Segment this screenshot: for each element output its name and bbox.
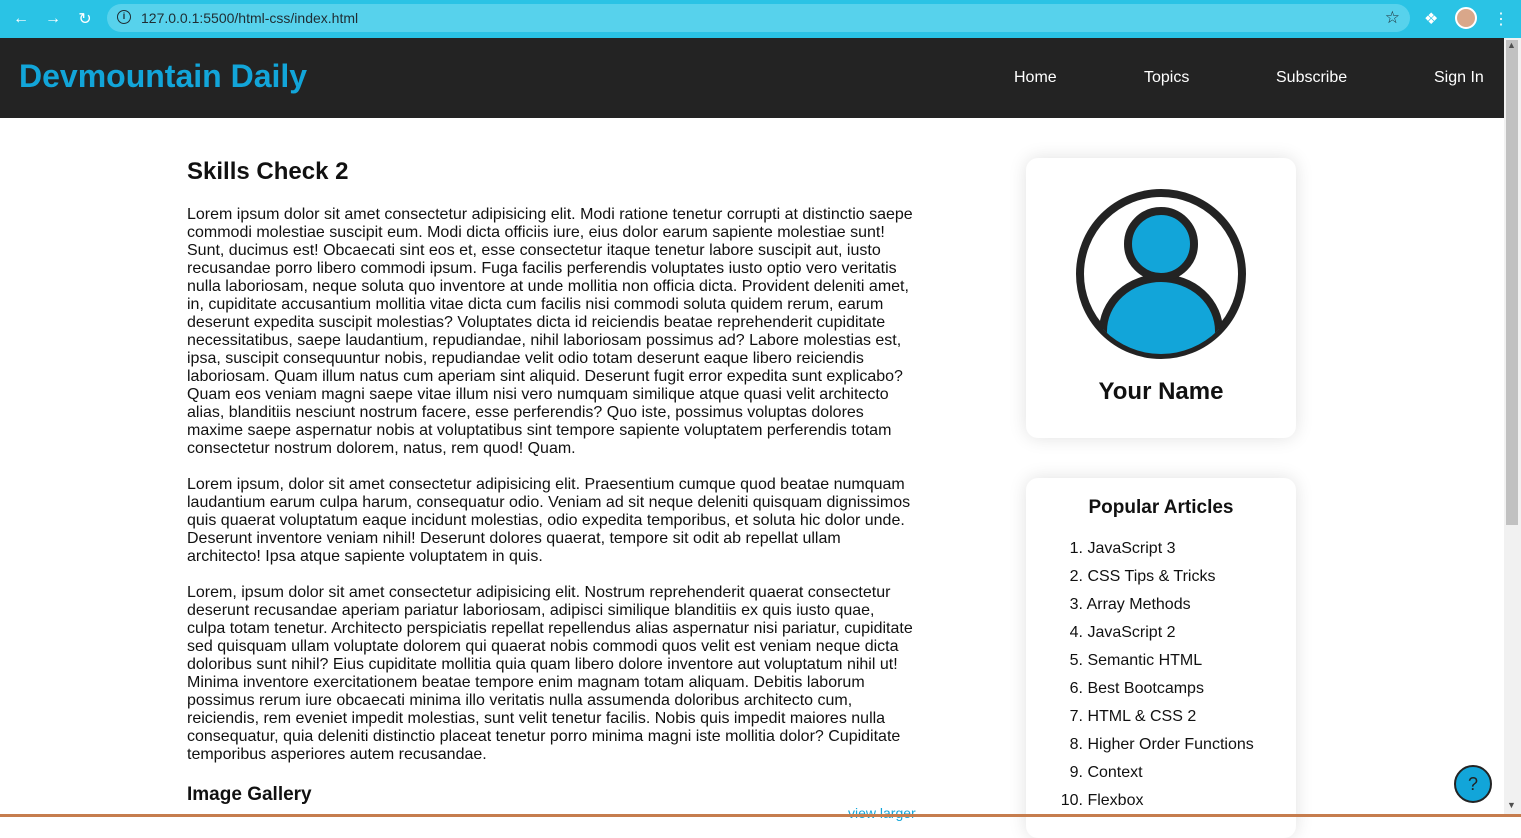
nav-subscribe[interactable]: Subscribe <box>1276 69 1347 87</box>
list-item[interactable]: 9. Context <box>1056 764 1254 792</box>
list-item[interactable]: 5. Semantic HTML <box>1056 652 1254 680</box>
site-header: Devmountain Daily Home Topics Subscribe … <box>0 38 1504 118</box>
extensions-puzzle-icon[interactable]: ❖ <box>1424 9 1438 29</box>
menu-kebab-icon[interactable]: ⋮ <box>1493 9 1509 29</box>
image-gallery-heading: Image Gallery <box>187 784 312 805</box>
scrollbar-thumb[interactable] <box>1506 40 1518 525</box>
list-item[interactable]: 8. Higher Order Functions <box>1056 736 1254 764</box>
list-item[interactable]: 4. JavaScript 2 <box>1056 624 1254 652</box>
main-article: Skills Check 2 Lorem ipsum dolor sit ame… <box>187 158 917 821</box>
list-item[interactable]: 6. Best Bootcamps <box>1056 680 1254 708</box>
scroll-up-arrow-icon[interactable]: ▲ <box>1507 40 1516 50</box>
bookmark-star-icon[interactable]: ☆ <box>1385 8 1400 28</box>
scroll-down-arrow-icon[interactable]: ▼ <box>1507 800 1516 810</box>
nav-home[interactable]: Home <box>1014 69 1057 87</box>
nav-topics[interactable]: Topics <box>1144 69 1189 87</box>
article-paragraph: Lorem ipsum, dolor sit amet consectetur … <box>187 476 911 565</box>
list-item[interactable]: 7. HTML & CSS 2 <box>1056 708 1254 736</box>
reload-icon[interactable]: ↻ <box>75 9 95 29</box>
site-logo[interactable]: Devmountain Daily <box>19 58 307 95</box>
user-avatar-icon <box>1075 188 1247 360</box>
article-paragraph: Lorem ipsum dolor sit amet consectetur a… <box>187 206 913 457</box>
article-paragraph: Lorem, ipsum dolor sit amet consectetur … <box>187 584 913 763</box>
arrow-left-icon[interactable]: ← <box>11 9 31 29</box>
site-info-icon[interactable]: i <box>117 10 131 24</box>
profile-card: Your Name <box>1026 158 1296 438</box>
address-bar[interactable]: i 127.0.0.1:5500/html-css/index.html ☆ <box>107 4 1410 32</box>
list-item[interactable]: 2. CSS Tips & Tricks <box>1056 568 1254 596</box>
profile-avatar[interactable] <box>1455 7 1477 29</box>
popular-articles-card: Popular Articles 1. JavaScript 3 2. CSS … <box>1026 478 1296 838</box>
browser-toolbar: ← → ↻ i 127.0.0.1:5500/html-css/index.ht… <box>0 0 1521 38</box>
popular-articles-list: 1. JavaScript 3 2. CSS Tips & Tricks 3. … <box>1056 540 1254 820</box>
popular-articles-title: Popular Articles <box>1088 497 1234 518</box>
nav-sign-in[interactable]: Sign In <box>1434 69 1484 87</box>
help-button[interactable]: ? <box>1454 765 1492 803</box>
article-title: Skills Check 2 <box>187 158 349 185</box>
list-item[interactable]: 3. Array Methods <box>1056 596 1254 624</box>
address-url[interactable]: 127.0.0.1:5500/html-css/index.html <box>141 10 358 26</box>
arrow-right-icon[interactable]: → <box>43 9 63 29</box>
list-item[interactable]: 1. JavaScript 3 <box>1056 540 1254 568</box>
profile-name: Your Name <box>1098 378 1224 405</box>
view-larger-link[interactable]: view larger <box>848 805 916 821</box>
